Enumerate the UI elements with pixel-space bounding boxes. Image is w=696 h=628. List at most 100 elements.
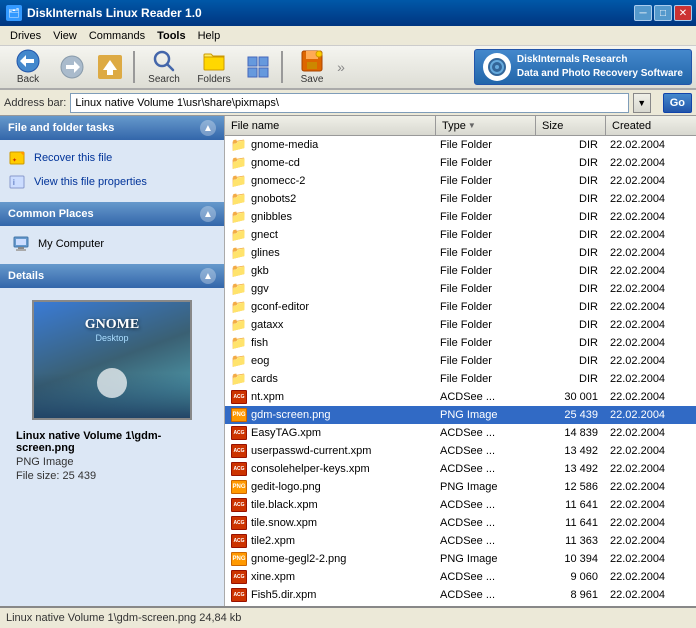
folder-icon: 📁 (231, 245, 247, 261)
col-header-created[interactable]: Created (606, 116, 696, 135)
menu-tools[interactable]: Tools (151, 28, 192, 44)
file-name-cell: ACG userpasswd-current.xpm (225, 442, 436, 460)
address-dropdown-button[interactable]: ▼ (633, 93, 651, 113)
address-input[interactable] (70, 93, 628, 113)
details-header[interactable]: Details ▲ (0, 264, 224, 288)
col-header-size[interactable]: Size (536, 116, 606, 135)
file-created-cell: 22.02.2004 (606, 228, 696, 242)
forward-button[interactable] (54, 48, 90, 86)
file-name: ggv (251, 283, 269, 295)
acdsee-icon: ACG (231, 444, 247, 458)
minimize-button[interactable]: ─ (634, 5, 652, 21)
file-type-cell: File Folder (436, 228, 536, 242)
back-icon (16, 49, 40, 73)
close-button[interactable]: ✕ (674, 5, 692, 21)
table-row[interactable]: ACG tile.black.xpm ACDSee ... 11 641 22.… (225, 496, 696, 514)
col-header-name[interactable]: File name (225, 116, 436, 135)
file-created-cell: 22.02.2004 (606, 174, 696, 188)
common-places-section: Common Places ▲ My Computer (0, 202, 224, 262)
common-places-collapse[interactable]: ▲ (200, 206, 216, 222)
table-row[interactable]: 📁 gnect File Folder DIR 22.02.2004 (225, 226, 696, 244)
save-label: Save (301, 74, 324, 85)
table-row[interactable]: ACG xine.xpm ACDSee ... 9 060 22.02.2004 (225, 568, 696, 586)
file-size-cell: DIR (536, 192, 606, 206)
table-row[interactable]: ACG consolehelper-keys.xpm ACDSee ... 13… (225, 460, 696, 478)
file-created-cell: 22.02.2004 (606, 408, 696, 422)
col-header-type[interactable]: Type ▼ (436, 116, 536, 135)
table-row[interactable]: ACG EasyTAG.xpm ACDSee ... 14 839 22.02.… (225, 424, 696, 442)
table-row[interactable]: 📁 gnibbles File Folder DIR 22.02.2004 (225, 208, 696, 226)
status-bar: Linux native Volume 1\gdm-screen.png 24,… (0, 606, 696, 628)
table-row[interactable]: ACG tile2.xpm ACDSee ... 11 363 22.02.20… (225, 532, 696, 550)
table-row[interactable]: ACG RIP.5.xpm ACDSee ... 8 916 22.02.200… (225, 604, 696, 606)
file-name: consolehelper-keys.xpm (251, 463, 370, 475)
table-row[interactable]: ACG Fish5.dir.xpm ACDSee ... 8 961 22.02… (225, 586, 696, 604)
table-row[interactable]: 📁 glines File Folder DIR 22.02.2004 (225, 244, 696, 262)
file-folder-tasks-collapse[interactable]: ▲ (200, 120, 216, 136)
file-folder-tasks-header[interactable]: File and folder tasks ▲ (0, 116, 224, 140)
file-type-cell: ACDSee ... (436, 570, 536, 584)
file-size-cell: 8 961 (536, 588, 606, 602)
table-row[interactable]: PNG gdm-screen.png PNG Image 25 439 22.0… (225, 406, 696, 424)
file-created-cell: 22.02.2004 (606, 372, 696, 386)
table-row[interactable]: 📁 gconf-editor File Folder DIR 22.02.200… (225, 298, 696, 316)
details-file-size: File size: 25 439 (16, 470, 208, 482)
file-name-cell: ACG EasyTAG.xpm (225, 424, 436, 442)
view-button[interactable] (240, 48, 276, 86)
search-button[interactable]: Search (140, 48, 188, 86)
restore-button[interactable]: □ (654, 5, 672, 21)
file-created-cell: 22.02.2004 (606, 354, 696, 368)
file-created-cell: 22.02.2004 (606, 336, 696, 350)
table-row[interactable]: 📁 cards File Folder DIR 22.02.2004 (225, 370, 696, 388)
menu-view[interactable]: View (47, 28, 83, 44)
table-row[interactable]: PNG gnome-gegl2-2.png PNG Image 10 394 2… (225, 550, 696, 568)
file-type-cell: ACDSee ... (436, 534, 536, 548)
file-created-cell: 22.02.2004 (606, 138, 696, 152)
file-created-cell: 22.02.2004 (606, 534, 696, 548)
my-computer-item[interactable]: My Computer (8, 232, 216, 256)
table-row[interactable]: ACG userpasswd-current.xpm ACDSee ... 13… (225, 442, 696, 460)
menu-drives[interactable]: Drives (4, 28, 47, 44)
common-places-content: My Computer (0, 226, 224, 262)
table-row[interactable]: 📁 gkb File Folder DIR 22.02.2004 (225, 262, 696, 280)
common-places-header[interactable]: Common Places ▲ (0, 202, 224, 226)
recover-file-action[interactable]: ✦ Recover this file (8, 146, 216, 170)
table-row[interactable]: ACG nt.xpm ACDSee ... 30 001 22.02.2004 (225, 388, 696, 406)
file-list-header: File name Type ▼ Size Created (225, 116, 696, 136)
file-size-cell: 12 586 (536, 480, 606, 494)
up-button[interactable] (92, 48, 128, 86)
table-row[interactable]: 📁 gnobots2 File Folder DIR 22.02.2004 (225, 190, 696, 208)
table-row[interactable]: 📁 eog File Folder DIR 22.02.2004 (225, 352, 696, 370)
view-properties-action[interactable]: i View this file properties (8, 170, 216, 194)
table-row[interactable]: 📁 gataxx File Folder DIR 22.02.2004 (225, 316, 696, 334)
table-row[interactable]: 📁 fish File Folder DIR 22.02.2004 (225, 334, 696, 352)
file-size-cell: DIR (536, 246, 606, 260)
save-button[interactable]: Save (288, 48, 336, 86)
file-name-cell: ACG tile.black.xpm (225, 496, 436, 514)
common-places-title: Common Places (8, 208, 94, 220)
table-row[interactable]: ACG tile.snow.xpm ACDSee ... 11 641 22.0… (225, 514, 696, 532)
folders-button[interactable]: Folders (190, 48, 238, 86)
table-row[interactable]: 📁 gnome-media File Folder DIR 22.02.2004 (225, 136, 696, 154)
file-name: userpasswd-current.xpm (251, 445, 371, 457)
file-type-cell: ACDSee ... (436, 588, 536, 602)
file-created-cell: 22.02.2004 (606, 318, 696, 332)
go-button[interactable]: Go (663, 93, 692, 113)
folder-icon: 📁 (231, 317, 247, 333)
table-row[interactable]: PNG gedit-logo.png PNG Image 12 586 22.0… (225, 478, 696, 496)
file-name-cell: 📁 fish (225, 334, 436, 352)
table-row[interactable]: 📁 gnomecc-2 File Folder DIR 22.02.2004 (225, 172, 696, 190)
file-name: gataxx (251, 319, 283, 331)
folder-icon: 📁 (231, 263, 247, 279)
file-name-cell: 📁 gnomecc-2 (225, 172, 436, 190)
table-row[interactable]: 📁 ggv File Folder DIR 22.02.2004 (225, 280, 696, 298)
table-row[interactable]: 📁 gnome-cd File Folder DIR 22.02.2004 (225, 154, 696, 172)
file-name: gkb (251, 265, 269, 277)
acdsee-icon: ACG (231, 588, 247, 602)
details-collapse[interactable]: ▲ (200, 268, 216, 284)
back-button[interactable]: Back (4, 48, 52, 86)
menu-commands[interactable]: Commands (83, 28, 151, 44)
acdsee-icon: ACG (231, 498, 247, 512)
file-name-cell: 📁 cards (225, 370, 436, 388)
menu-help[interactable]: Help (192, 28, 227, 44)
